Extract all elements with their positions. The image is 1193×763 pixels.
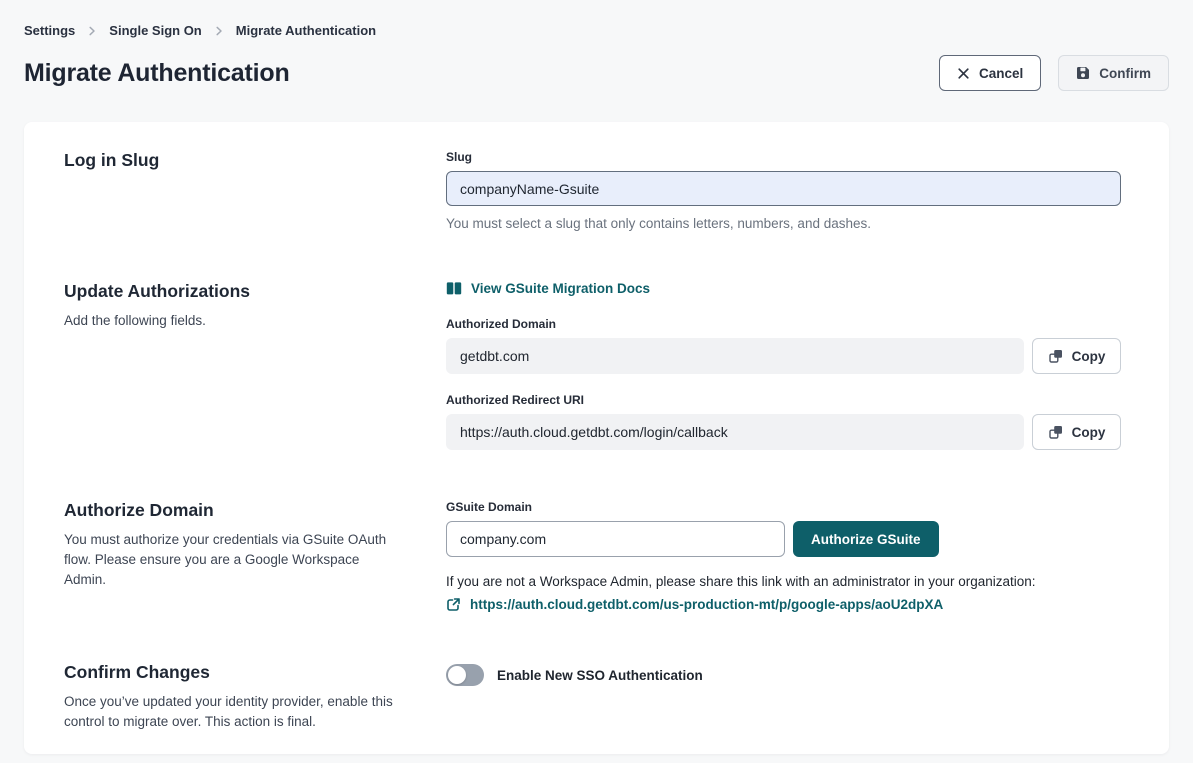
enable-sso-toggle-label: Enable New SSO Authentication xyxy=(497,668,703,683)
settings-card: Log in Slug Slug You must select a slug … xyxy=(24,122,1169,754)
gsuite-migration-docs-link[interactable]: View GSuite Migration Docs xyxy=(446,281,650,296)
authorize-gsuite-button[interactable]: Authorize GSuite xyxy=(793,521,939,557)
section-heading: Authorize Domain xyxy=(64,500,446,521)
section-heading: Update Authorizations xyxy=(64,281,446,302)
copy-icon xyxy=(1048,348,1064,364)
slug-label: Slug xyxy=(446,150,1121,164)
external-link-icon xyxy=(446,597,461,612)
workspace-admin-note: If you are not a Workspace Admin, please… xyxy=(446,574,1121,589)
confirm-button[interactable]: Confirm xyxy=(1058,55,1169,91)
breadcrumb-item-migrate-authentication: Migrate Authentication xyxy=(236,23,376,38)
book-icon xyxy=(446,281,462,296)
section-confirm-changes: Confirm Changes Once you’ve updated your… xyxy=(64,662,1121,732)
section-login-slug-right: Slug You must select a slug that only co… xyxy=(446,150,1121,231)
section-update-authorizations-left: Update Authorizations Add the following … xyxy=(64,281,446,450)
breadcrumb-item-single-sign-on[interactable]: Single Sign On xyxy=(109,23,201,38)
gsuite-domain-label: GSuite Domain xyxy=(446,500,1121,514)
section-update-authorizations: Update Authorizations Add the following … xyxy=(64,281,1121,450)
page-header: Migrate Authentication Cancel Confirm xyxy=(24,55,1169,91)
section-login-slug: Log in Slug Slug You must select a slug … xyxy=(64,150,1121,231)
redirect-uri-group: Authorized Redirect URI https://auth.clo… xyxy=(446,393,1121,450)
redirect-uri-label: Authorized Redirect URI xyxy=(446,393,1121,407)
close-icon xyxy=(957,67,970,80)
header-actions: Cancel Confirm xyxy=(939,55,1169,91)
authorized-domain-group: Authorized Domain getdbt.com Copy xyxy=(446,317,1121,374)
migrate-authentication-page: Settings Single Sign On Migrate Authenti… xyxy=(0,0,1193,754)
cancel-button-label: Cancel xyxy=(979,66,1023,81)
slug-input[interactable] xyxy=(446,171,1121,206)
section-authorize-domain-left: Authorize Domain You must authorize your… xyxy=(64,500,446,612)
section-login-slug-left: Log in Slug xyxy=(64,150,446,231)
copy-icon xyxy=(1048,424,1064,440)
section-heading: Confirm Changes xyxy=(64,662,446,683)
section-authorize-domain-right: GSuite Domain Authorize GSuite If you ar… xyxy=(446,500,1121,612)
copy-authorized-domain-button[interactable]: Copy xyxy=(1032,338,1121,374)
admin-share-link[interactable]: https://auth.cloud.getdbt.com/us-product… xyxy=(470,597,943,612)
cancel-button[interactable]: Cancel xyxy=(939,55,1041,91)
authorized-domain-value: getdbt.com xyxy=(446,338,1024,374)
gsuite-migration-docs-link-label: View GSuite Migration Docs xyxy=(471,281,650,296)
share-link-row: https://auth.cloud.getdbt.com/us-product… xyxy=(446,597,1121,612)
section-description: Add the following fields. xyxy=(64,311,402,331)
slug-helper-text: You must select a slug that only contain… xyxy=(446,216,1121,231)
copy-button-label: Copy xyxy=(1072,425,1106,440)
enable-sso-toggle[interactable] xyxy=(446,664,484,686)
breadcrumb-item-settings[interactable]: Settings xyxy=(24,23,75,38)
section-description: Once you’ve updated your identity provid… xyxy=(64,692,402,732)
save-icon xyxy=(1076,66,1090,80)
breadcrumb: Settings Single Sign On Migrate Authenti… xyxy=(24,23,1169,38)
section-confirm-changes-right: Enable New SSO Authentication xyxy=(446,662,1121,732)
toggle-knob xyxy=(448,666,466,684)
chevron-right-icon xyxy=(86,25,98,37)
chevron-right-icon xyxy=(213,25,225,37)
section-description: You must authorize your credentials via … xyxy=(64,530,402,590)
copy-button-label: Copy xyxy=(1072,349,1106,364)
section-authorize-domain: Authorize Domain You must authorize your… xyxy=(64,500,1121,612)
confirm-button-label: Confirm xyxy=(1099,66,1151,81)
redirect-uri-value: https://auth.cloud.getdbt.com/login/call… xyxy=(446,414,1024,450)
section-update-authorizations-right: View GSuite Migration Docs Authorized Do… xyxy=(446,281,1121,450)
copy-redirect-uri-button[interactable]: Copy xyxy=(1032,414,1121,450)
section-confirm-changes-left: Confirm Changes Once you’ve updated your… xyxy=(64,662,446,732)
section-heading: Log in Slug xyxy=(64,150,446,171)
page-title: Migrate Authentication xyxy=(24,59,290,88)
gsuite-domain-input[interactable] xyxy=(446,521,785,557)
authorized-domain-label: Authorized Domain xyxy=(446,317,1121,331)
